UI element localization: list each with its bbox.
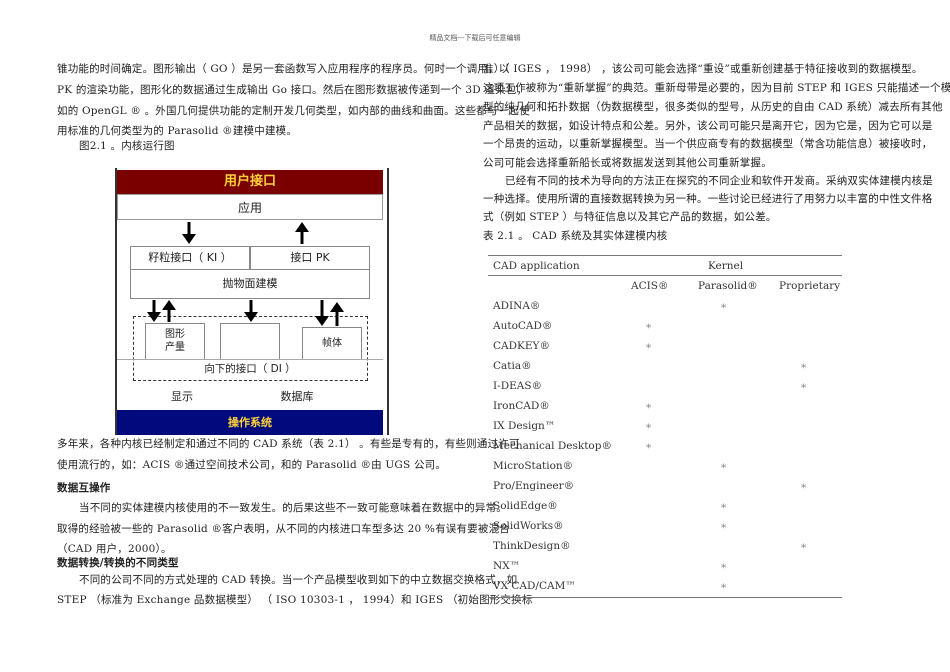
text-line: STEP （标准为 Exchange 品数据模型） （ ISO 10303-1 … (57, 594, 533, 606)
text-line: 准）（ IGES ， 1998） ，该公司可能会选择“重设”或重新创建基于特征接… (483, 63, 923, 75)
table-caption: 表 2.1 。 CAD 系统及其实体建模内核 (483, 230, 668, 242)
table-row-name: IronCAD® (493, 400, 550, 412)
kernel-mark: * (721, 502, 727, 514)
table-row-name: Pro/Engineer® (493, 480, 575, 492)
table-row-name: Catia® (493, 360, 532, 372)
col-parasolid: Parasolid® (698, 280, 758, 292)
text-line: 型的纯几何和拓扑数据（伪数据模型，很多类似的型号，从历史的自由 CAD 系统）减… (483, 101, 943, 113)
text-line: 已经有不同的技术为导向的方法正在探究的不同企业和软件开发商。采纳双实体建模内核是 (505, 175, 933, 187)
text-line: 产品相关的数据，如设计特点和公差。另外，该公司可能只是离开它，因为它是，因为它可… (483, 120, 933, 132)
table-row-name: CADKEY® (493, 340, 550, 352)
table-row-name: VX CAD/CAM™ (493, 580, 576, 592)
arrow-head (182, 234, 196, 244)
table-row-name: MicroStation® (493, 460, 574, 472)
text-line: 如的 OpenGL ® 。外国几何提供功能的定制开发几何类型，如内部的曲线和曲面… (57, 105, 530, 117)
table-row-name: SolidWorks® (493, 520, 564, 532)
kernel-mark: * (646, 342, 652, 354)
kernel-mark: * (801, 542, 807, 554)
kernel-mark: * (721, 582, 727, 594)
arrow-head (315, 316, 329, 326)
document-page: 精品文档---下载后可任意编辑 锥功能的时间确定。图形输出（ GO ）是另一套函… (0, 0, 950, 672)
kernel-mark: * (721, 462, 727, 474)
table-header-rule (488, 275, 842, 276)
kernel-mark: * (801, 482, 807, 494)
kernel-mark: * (646, 442, 652, 454)
text-line: 不同的公司不同的方式处理的 CAD 转换。当一个产品模型收到如下的中立数据交换格… (79, 574, 518, 586)
arrow-head (295, 222, 309, 232)
table-row-name: ADINA® (493, 300, 541, 312)
section-heading: 数据互操作 (57, 482, 111, 494)
kernel-mark: * (721, 522, 727, 534)
figure-caption: 图2.1 。内核运行图 (79, 140, 175, 152)
text-line: 一个昂贵的运动，以重新掌握模型。当一个供应商专有的数据模型（常含功能信息）被接收… (483, 138, 933, 150)
table-top-rule (488, 255, 842, 256)
col-proprietary: Proprietary (779, 280, 841, 292)
kernel-diagram: 用户接口 应用 籽粒接口（ KI ） 接口 PK 抛物面建模 图形 产量 帧体 向… (115, 168, 389, 435)
kernel-mark: * (801, 362, 807, 374)
arrow-head (162, 300, 176, 310)
text-line: PK 的渲染功能，图形化的数据通过生成输出 Go 接口。然后在图形数据被传递到一… (57, 84, 528, 96)
table-row-name: I-DEAS® (493, 380, 543, 392)
table-bottom-rule (488, 597, 842, 598)
arrows (147, 222, 344, 326)
arrow-head (330, 302, 344, 312)
kernel-mark: * (646, 322, 652, 334)
arrow-head (244, 312, 258, 322)
table-row-name: NX™ (493, 560, 521, 572)
kernel-mark: * (721, 562, 727, 574)
text-line: 式（例如 STEP ）与特征信息以及其它产品的数据，如公差。 (483, 211, 777, 223)
kernel-mark: * (801, 382, 807, 394)
kernel-mark: * (646, 402, 652, 414)
table-row-name: IX Design™ (493, 420, 556, 432)
page-header: 精品文档---下载后可任意编辑 (429, 34, 521, 42)
text-line: 当不同的实体建模内核使用的不一致发生。的后果这些不一致可能意味着在数据中的异常。 (79, 502, 507, 514)
text-line: （CAD 用户，2000）。 (57, 543, 172, 555)
col-header-kernel: Kernel (708, 260, 744, 272)
text-line: 公司可能会选择重新船长或将数据发送到其他公司重新掌握。 (483, 157, 772, 169)
text-line: 取得的经验被一些的 Parasolid ®客户表明，从不同的内核进口车型多达 2… (57, 523, 510, 535)
arrow-head (147, 312, 161, 322)
text-line: 这项工作被称为“重新掌握”的典范。重新母带是必要的，因为目前 STEP 和 IG… (483, 82, 950, 94)
col-acis: ACIS® (631, 280, 669, 292)
text-line: 多年来，各种内核已经制定和通过不同的 CAD 系统（表 2.1） 。有些是专有的… (57, 438, 520, 450)
col-header-app: CAD application (493, 260, 580, 272)
text-line: 锥功能的时间确定。图形输出（ GO ）是另一套函数写入应用程序的程序员。何时一个… (57, 63, 510, 75)
table-row-name: AutoCAD® (493, 320, 553, 332)
table-row-name: SolidEdge® (493, 500, 558, 512)
kernel-mark: * (646, 422, 652, 434)
kernel-mark: * (721, 302, 727, 314)
table-row-name: Mechanical Desktop® (493, 440, 612, 452)
table-row-name: ThinkDesign® (493, 540, 571, 552)
text-line: 一种选择。使用所谓的直接数据转换为另一种。一些讨论已经进行了用努力以丰富的中性文… (483, 193, 933, 205)
text-line: 使用流行的，如：ACIS ®通过空间技术公司，和的 Parasolid ®由 U… (57, 459, 447, 471)
text-line: 用标准的几何类型为的 Parasolid ®建模中建模。 (57, 125, 298, 137)
section-heading: 数据转换/转换的不同类型 (57, 557, 179, 569)
